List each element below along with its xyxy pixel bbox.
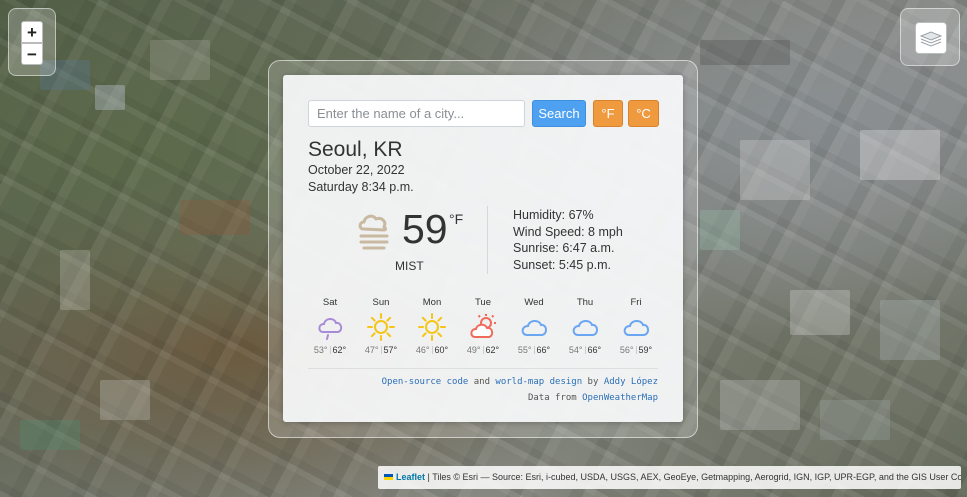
current-temperature: 59 [402, 206, 448, 252]
forecast-temps: 53° 62° [308, 345, 352, 355]
weather-description: MIST [395, 259, 424, 273]
forecast-day: Thu 54° 66° [563, 297, 607, 355]
layers-icon [920, 31, 942, 47]
layers-button[interactable] [915, 22, 947, 54]
forecast-separator [482, 346, 484, 354]
forecast-low: 54° [568, 345, 583, 355]
humidity: Humidity: 67% [513, 208, 594, 222]
openweathermap-link[interactable]: OpenWeatherMap [582, 393, 658, 403]
current-date: October 22, 2022 [308, 163, 405, 177]
current-time: Saturday 8:34 p.m. [308, 180, 414, 194]
fahrenheit-button[interactable]: °F [593, 100, 623, 127]
weather-card: Search °F °C Seoul, KR October 22, 2022 … [283, 75, 683, 422]
forecast-day: Wed 55° 66° [512, 297, 556, 355]
forecast-high: 60° [434, 345, 449, 355]
forecast-day-name: Sat [322, 297, 338, 308]
credits-divider [308, 368, 658, 369]
forecast-separator [431, 346, 433, 354]
partly-cloudy-icon [461, 312, 505, 342]
sunset: Sunset: 5:45 p.m. [513, 258, 611, 272]
forecast-high: 57° [383, 345, 398, 355]
forecast-day-name: Mon [422, 297, 442, 308]
forecast-low: 53° [313, 345, 328, 355]
data-from-label: Data from [527, 393, 577, 403]
forecast-temps: 55° 66° [512, 345, 556, 355]
sun-icon [359, 312, 403, 342]
layers-control [900, 8, 960, 66]
celsius-button[interactable]: °C [628, 100, 659, 127]
forecast-high: 66° [587, 345, 602, 355]
credits-by: by [587, 377, 599, 387]
forecast-day-name: Wed [524, 297, 544, 308]
forecast-day: Tue 49° 62° [461, 297, 505, 355]
credits-line-1: Open-source code and world-map design by… [382, 377, 658, 387]
forecast-separator [635, 346, 637, 354]
forecast-day: Fri 56° 59° [614, 297, 658, 355]
zoom-control: + − [8, 8, 56, 76]
forecast-low: 55° [517, 345, 532, 355]
search-button[interactable]: Search [532, 100, 586, 127]
map-attribution: Leaflet | Tiles © Esri — Source: Esri, i… [378, 466, 961, 489]
forecast-day: Mon 46° 60° [410, 297, 454, 355]
forecast-day: Sat 53° 62° [308, 297, 352, 355]
forecast-temps: 56° 59° [614, 345, 658, 355]
ukraine-flag-icon [384, 474, 393, 480]
forecast-high: 62° [332, 345, 347, 355]
forecast-separator [380, 346, 382, 354]
zoom-out-button[interactable]: − [21, 43, 43, 65]
forecast-day: Sun 47° 57° [359, 297, 403, 355]
sunrise: Sunrise: 6:47 a.m. [513, 241, 615, 255]
forecast-day-name: Sun [372, 297, 390, 308]
mist-icon [358, 214, 389, 250]
forecast-day-name: Thu [576, 297, 594, 308]
author-link[interactable]: Addy López [604, 377, 658, 387]
cloud-icon [614, 312, 658, 342]
forecast-separator [533, 346, 535, 354]
forecast-temps: 47° 57° [359, 345, 403, 355]
forecast-temps: 54° 66° [563, 345, 607, 355]
city-search-input[interactable] [308, 100, 525, 127]
forecast-low: 46° [415, 345, 430, 355]
forecast-day-name: Tue [474, 297, 492, 308]
divider [487, 206, 488, 274]
design-link[interactable]: world-map design [495, 377, 582, 387]
city-name: Seoul, KR [308, 138, 403, 161]
credits-and: and [473, 377, 490, 387]
leaflet-link[interactable]: Leaflet [396, 472, 425, 482]
rain-cloud-icon [308, 312, 352, 342]
attribution-text: | Tiles © Esri — Source: Esri, i-cubed, … [427, 472, 961, 482]
zoom-in-button[interactable]: + [21, 21, 43, 43]
wind-speed: Wind Speed: 8 mph [513, 225, 623, 239]
forecast-high: 66° [536, 345, 551, 355]
forecast-temps: 46° 60° [410, 345, 454, 355]
forecast-low: 49° [466, 345, 481, 355]
temperature-unit: °F [449, 211, 464, 227]
forecast-day-name: Fri [630, 297, 642, 308]
forecast-temps: 49° 62° [461, 345, 505, 355]
source-code-link[interactable]: Open-source code [382, 377, 469, 387]
sun-icon [410, 312, 454, 342]
credits-line-2: Data from OpenWeatherMap [528, 393, 658, 403]
forecast-low: 47° [364, 345, 379, 355]
forecast-separator [584, 346, 586, 354]
cloud-icon [512, 312, 556, 342]
forecast-high: 59° [638, 345, 653, 355]
forecast-high: 62° [485, 345, 500, 355]
cloud-icon [563, 312, 607, 342]
forecast-separator [329, 346, 331, 354]
forecast-low: 56° [619, 345, 634, 355]
